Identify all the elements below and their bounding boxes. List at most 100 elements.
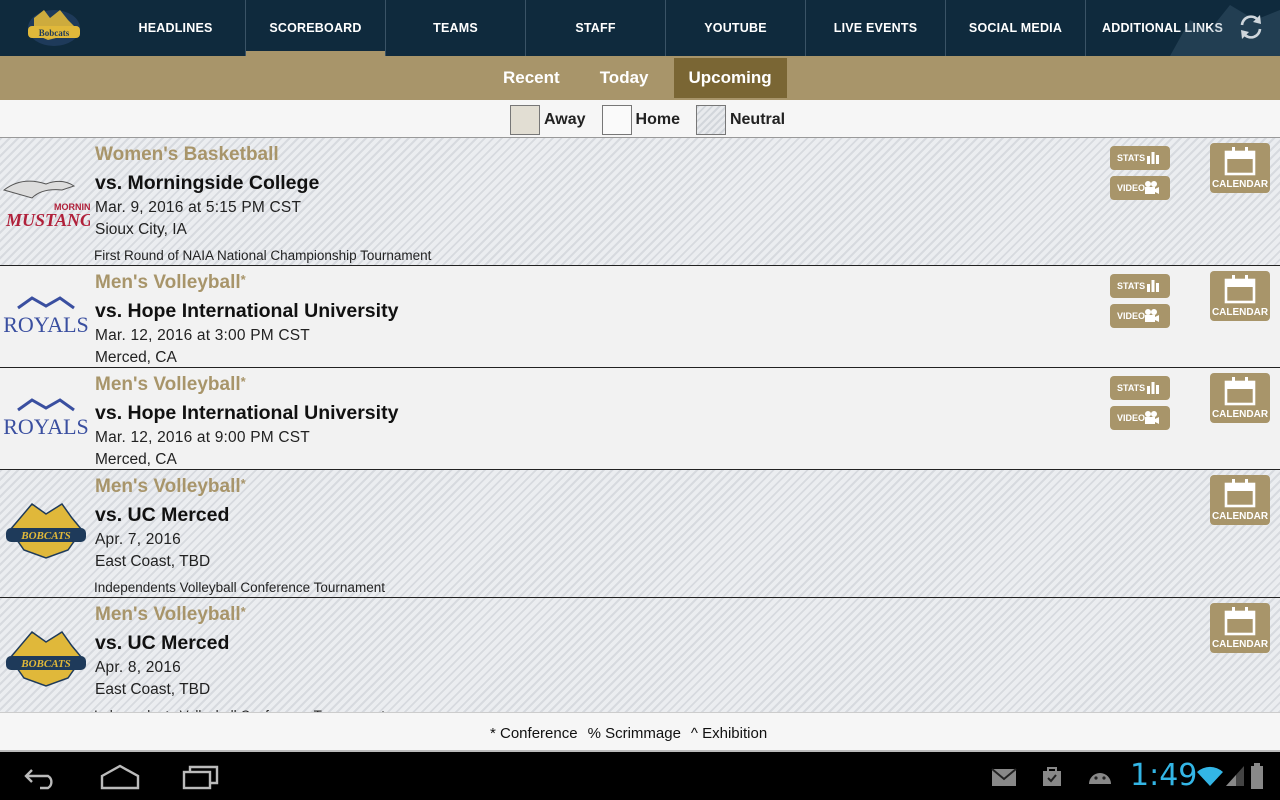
video-camera-icon <box>1145 411 1159 424</box>
calendar-icon <box>1224 147 1256 176</box>
conference-star: * <box>240 604 246 619</box>
refresh-icon[interactable] <box>1236 12 1266 42</box>
conference-key: * Conference <box>490 725 578 742</box>
event-datetime: Mar. 12, 2016 at 3:00 PM CST <box>95 327 310 344</box>
nav-tab-social-media[interactable]: SOCIAL MEDIA <box>946 0 1086 56</box>
filter-tabs: Recent Today Upcoming <box>488 58 797 98</box>
home-icon[interactable] <box>100 762 140 792</box>
event-note: First Round of NAIA National Championshi… <box>94 248 432 263</box>
footer-legend: * Conference % Scrimmage ^ Exhibition <box>0 712 1280 752</box>
opponent-name: vs. UC Merced <box>95 504 230 526</box>
calendar-button[interactable]: CALENDAR <box>1210 603 1270 653</box>
stats-button[interactable]: STATS <box>1110 146 1170 170</box>
top-navigation-bar: Bobcats HEADLINES SCOREBOARD TEAMS STAFF YOU… <box>0 0 1280 56</box>
calendar-button[interactable]: CALENDAR <box>1210 373 1270 423</box>
nav-tab-scoreboard[interactable]: SCOREBOARD <box>246 0 386 56</box>
bar-chart-icon <box>1147 382 1159 394</box>
filter-bar: Recent Today Upcoming <box>0 56 1280 100</box>
nav-tab-headlines[interactable]: HEADLINES <box>106 0 246 56</box>
opponent-name: vs. Hope International University <box>95 300 399 322</box>
stats-label: STATS <box>1117 153 1146 163</box>
event-datetime: Mar. 12, 2016 at 9:00 PM CST <box>95 429 310 446</box>
calendar-label: CALENDAR <box>1211 409 1269 420</box>
stats-button[interactable]: STATS <box>1110 274 1170 298</box>
stats-label: STATS <box>1117 281 1146 291</box>
event-location: East Coast, TBD <box>95 681 211 698</box>
video-button[interactable]: VIDEO <box>1110 406 1170 430</box>
event-location: Merced, CA <box>95 451 177 468</box>
royals-logo: ROYALS <box>3 296 89 337</box>
stats-label: STATS <box>1117 383 1146 393</box>
calendar-icon <box>1224 479 1256 508</box>
sport-name: Men's Volleyball* <box>95 374 246 395</box>
app-root: Bobcats HEADLINES SCOREBOARD TEAMS STAFF YOU… <box>0 0 1280 800</box>
exhibition-key: ^ Exhibition <box>690 725 768 742</box>
video-button[interactable]: VIDEO <box>1110 304 1170 328</box>
filter-tab-recent[interactable]: Recent <box>488 58 575 98</box>
home-swatch <box>601 105 632 135</box>
event-location: Merced, CA <box>95 349 177 366</box>
svg-text:BOBCATS: BOBCATS <box>20 530 71 542</box>
svg-text:MUSTANGS: MUSTANGS <box>5 210 90 230</box>
svg-text:ROYALS: ROYALS <box>3 414 89 439</box>
bar-chart-icon <box>1147 152 1159 164</box>
event-row[interactable]: BOBCATS Men's Volleyball* vs. UC Merced Ap… <box>0 470 1280 598</box>
sport-name: Men's Volleyball* <box>95 476 246 497</box>
video-label: VIDEO <box>1117 413 1146 423</box>
main-nav-tabs: HEADLINES SCOREBOARD TEAMS STAFF YOUTUBE LIVE… <box>106 0 1226 56</box>
video-label: VIDEO <box>1117 183 1146 193</box>
neutral-label: Neutral <box>729 111 786 128</box>
calendar-label: CALENDAR <box>1211 639 1269 650</box>
nav-tab-youtube[interactable]: YOUTUBE <box>666 0 806 56</box>
sport-name: Women's Basketball <box>95 144 279 165</box>
nav-tab-staff[interactable]: STAFF <box>526 0 666 56</box>
event-list[interactable]: MORNINGSIDE MUSTANGS Women's Basketball v… <box>0 138 1280 712</box>
event-row[interactable]: ROYALS Men's Volleyball* vs. Hope Interna… <box>0 368 1280 470</box>
away-swatch <box>510 105 540 135</box>
filter-tab-upcoming[interactable]: Upcoming <box>673 58 787 98</box>
calendar-icon <box>1224 377 1256 406</box>
event-datetime: Apr. 7, 2016 <box>95 531 181 548</box>
calendar-button[interactable]: CALENDAR <box>1210 143 1270 193</box>
stats-button[interactable]: STATS <box>1110 376 1170 400</box>
android-debug-icon <box>1089 773 1111 784</box>
opponent-name: vs. UC Merced <box>95 632 230 654</box>
filter-tab-today[interactable]: Today <box>585 58 664 98</box>
svg-text:Bobcats: Bobcats <box>39 28 70 38</box>
event-row[interactable]: MORNINGSIDE MUSTANGS Women's Basketball v… <box>0 138 1280 266</box>
site-legend: Away Home Neutral <box>0 100 1280 138</box>
calendar-button[interactable]: CALENDAR <box>1210 271 1270 321</box>
calendar-icon <box>1224 607 1256 636</box>
bar-chart-icon <box>1147 280 1159 292</box>
system-navigation-bar: 1:49 <box>0 752 1280 800</box>
wifi-icon <box>1197 766 1223 786</box>
event-location: East Coast, TBD <box>95 553 211 570</box>
opponent-name: vs. Morningside College <box>95 172 320 194</box>
conference-star: * <box>240 374 246 389</box>
nav-tab-teams[interactable]: TEAMS <box>386 0 526 56</box>
neutral-swatch <box>695 105 726 135</box>
sport-name: Men's Volleyball* <box>95 604 246 625</box>
event-datetime: Apr. 8, 2016 <box>95 659 181 676</box>
sport-name: Men's Volleyball* <box>95 272 246 293</box>
calendar-label: CALENDAR <box>1211 511 1269 522</box>
uc-merced-bobcats-logo: BOBCATS <box>6 502 86 559</box>
nav-tab-live-events[interactable]: LIVE EVENTS <box>806 0 946 56</box>
recent-apps-icon[interactable] <box>182 762 220 792</box>
conference-star: * <box>240 272 246 287</box>
event-datetime: Mar. 9, 2016 at 5:15 PM CST <box>95 199 302 216</box>
calendar-button[interactable]: CALENDAR <box>1210 475 1270 525</box>
event-row[interactable]: BOBCATS Men's Volleyball* vs. UC Merced Ap… <box>0 598 1280 712</box>
battery-icon <box>1251 763 1263 789</box>
calendar-label: CALENDAR <box>1211 179 1269 190</box>
video-button[interactable]: VIDEO <box>1110 176 1170 200</box>
calendar-icon <box>1224 275 1256 304</box>
royals-logo: ROYALS <box>3 398 89 439</box>
bobcats-logo[interactable]: Bobcats <box>20 6 88 50</box>
event-row[interactable]: ROYALS Men's Volleyball* vs. Hope Interna… <box>0 266 1280 368</box>
shopping-bag-icon <box>1043 767 1061 786</box>
cell-signal-icon <box>1226 766 1244 786</box>
svg-text:BOBCATS: BOBCATS <box>20 658 71 670</box>
opponent-name: vs. Hope International University <box>95 402 399 424</box>
back-icon[interactable] <box>22 762 60 792</box>
